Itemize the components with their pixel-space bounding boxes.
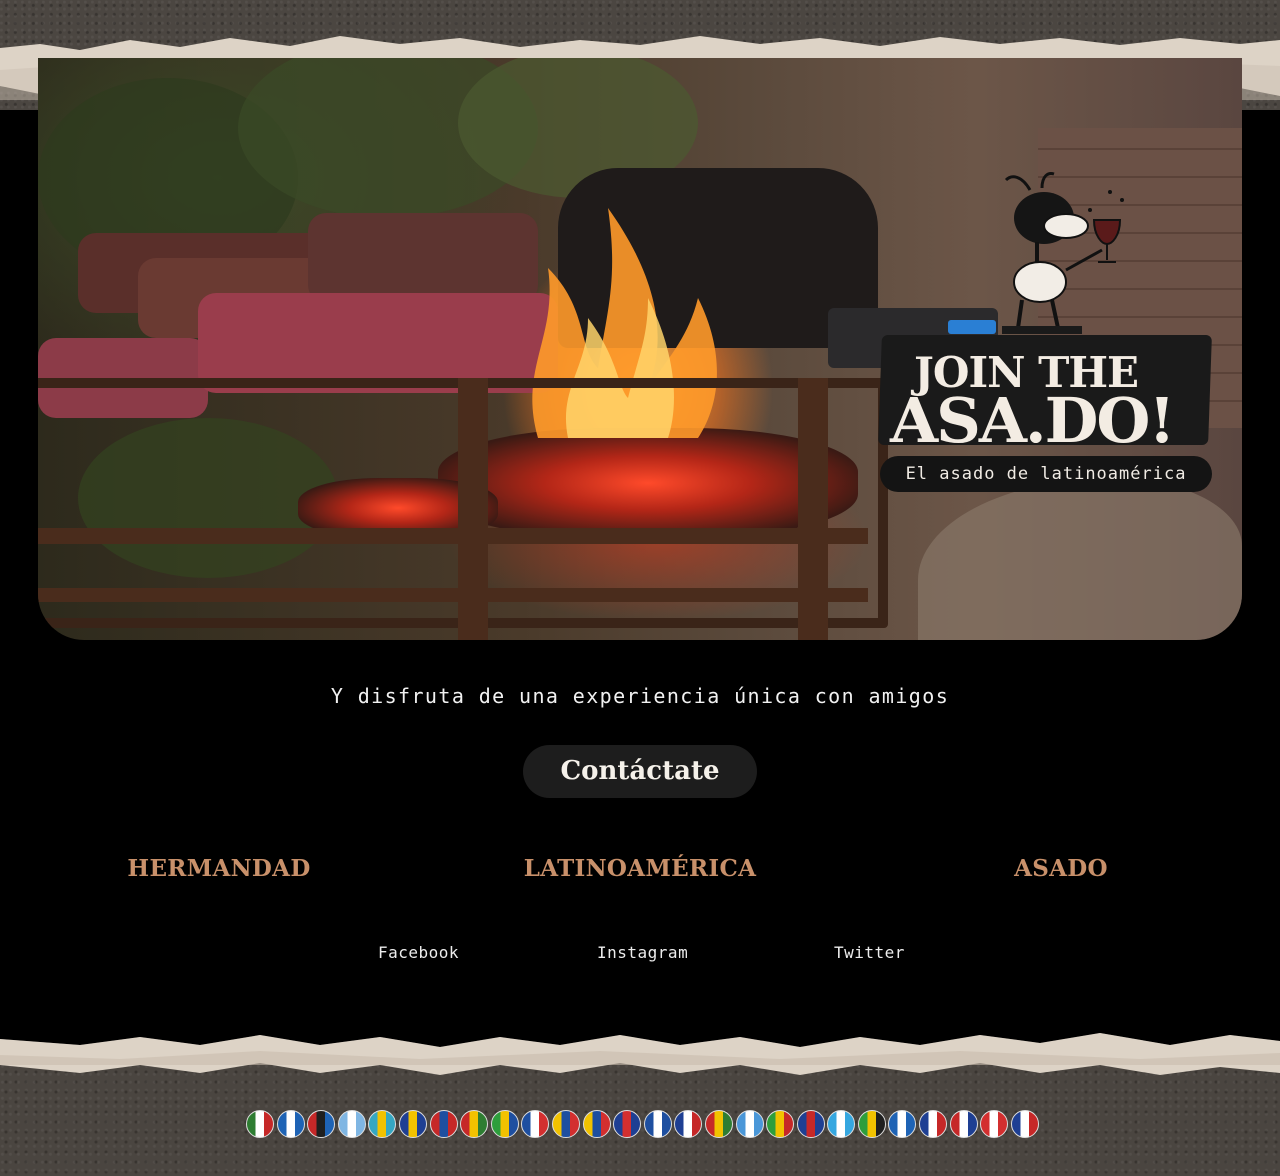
flag-icon: [307, 1110, 336, 1138]
ground: [918, 478, 1242, 640]
flag-icon: [398, 1110, 427, 1138]
grill-bar: [38, 588, 868, 602]
tagline: Y disfruta de una experiencia única con …: [330, 684, 950, 708]
flag-icon: [919, 1110, 948, 1138]
flag-icon: [674, 1110, 703, 1138]
flag-icon: [429, 1110, 458, 1138]
flag-icon: [857, 1110, 886, 1138]
flag-icon: [980, 1110, 1009, 1138]
logo-subtitle: El asado de latinoamérica: [880, 456, 1212, 492]
flag-icon: [521, 1110, 550, 1138]
flag-icon: [1010, 1110, 1039, 1138]
logo-title-line2: ASA.DO!: [890, 384, 1176, 457]
pillar-latinoamerica: LATINOAMÉRICA: [523, 855, 757, 882]
flag-icon: [368, 1110, 397, 1138]
instagram-link[interactable]: Instagram: [597, 943, 688, 962]
footer-paper-band: [0, 1015, 1280, 1176]
flag-icon: [888, 1110, 917, 1138]
flag-icon: [246, 1110, 274, 1138]
ant-mascot-icon: [1002, 172, 1124, 334]
flag-icon: [704, 1110, 733, 1138]
flag-icon: [766, 1110, 795, 1138]
flag-icon: [490, 1110, 519, 1138]
pillar-hermandad: HERMANDAD: [127, 855, 311, 882]
contact-button[interactable]: Contáctate: [523, 745, 757, 798]
flag-icon: [551, 1110, 580, 1138]
flag-icon: [643, 1110, 672, 1138]
flag-icon: [613, 1110, 642, 1138]
flag-icon: [796, 1110, 825, 1138]
pillar-asado: ASADO: [1014, 855, 1108, 882]
flag-icon: [276, 1110, 305, 1138]
grill-bar: [38, 528, 868, 544]
flag-icon: [460, 1110, 489, 1138]
join-asado-logo: JOIN THE ASA.DO! El asado de latinoaméri…: [878, 170, 1220, 500]
torn-paper-edge-bottom: [0, 1015, 1280, 1075]
flag-icon: [735, 1110, 764, 1138]
flag-icon: [337, 1110, 366, 1138]
flag-icon: [827, 1110, 856, 1138]
twitter-link[interactable]: Twitter: [834, 943, 905, 962]
flag-icon: [949, 1110, 978, 1138]
country-flags-row: [246, 1110, 1039, 1140]
facebook-link[interactable]: Facebook: [378, 943, 459, 962]
flag-icon: [582, 1110, 611, 1138]
